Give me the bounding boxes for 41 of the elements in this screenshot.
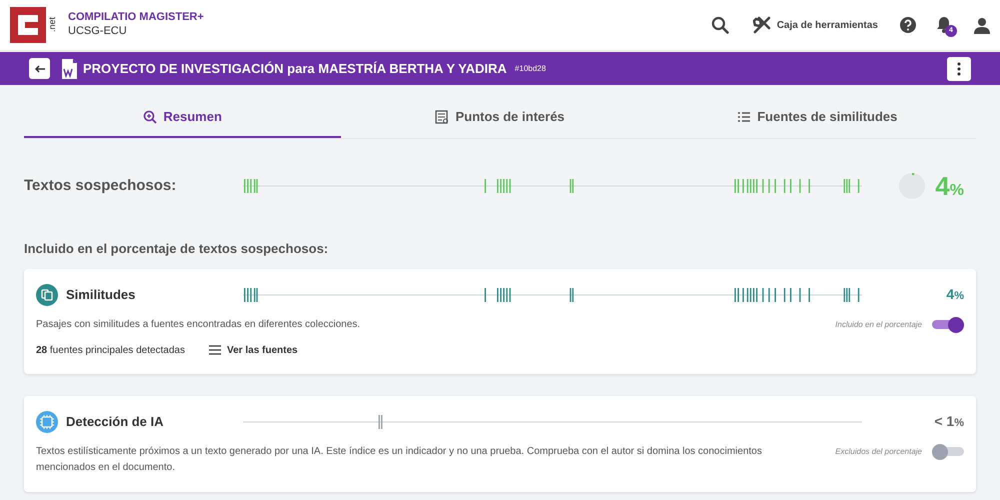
logo-text: .net <box>48 17 57 32</box>
suspicious-percentage: 4% <box>935 170 964 202</box>
card-description: Textos estilísticamente próximos a un texto generado por una IA. Este índice es un indicador y no una prueba. Comprueba con el autor si domina los conocimientos mencionados en el documento. <box>36 444 763 474</box>
toggle-switch[interactable] <box>932 444 964 460</box>
user-icon[interactable] <box>974 16 990 34</box>
tab[interactable]: Resumen <box>24 98 342 138</box>
card-percentage: 4% <box>946 285 964 304</box>
search-icon <box>143 110 158 124</box>
document-title: PROYECTO DE INVESTIGACIÓN para MAESTRÍA BERTHA Y YADIRA <box>83 60 507 78</box>
help-icon[interactable] <box>900 17 916 33</box>
back-button[interactable] <box>29 58 50 79</box>
copy-icon <box>36 284 58 306</box>
arrow-left-icon <box>34 64 44 72</box>
logo-icon <box>10 7 46 43</box>
document-id: #10bd28 <box>514 62 546 74</box>
more-button[interactable] <box>947 56 971 80</box>
suspicious-texts-label: Textos sospechosos: <box>24 176 178 196</box>
tools-icon <box>752 16 771 34</box>
chip-icon <box>36 410 58 432</box>
card-title: Similitudes <box>66 286 136 304</box>
list-icon <box>209 345 221 355</box>
organization-name: UCSG-ECU <box>68 25 128 39</box>
search-icon[interactable] <box>710 16 729 34</box>
card-title: Detección de IA <box>66 412 165 431</box>
card-description: Pasajes con similitudes a fuentes encontradas en diferentes colecciones. <box>36 318 362 332</box>
document-icon <box>435 110 450 124</box>
view-sources-link[interactable]: Ver las fuentes <box>209 342 298 358</box>
section-title: Incluido en el porcentaje de textos sospechosos: <box>24 240 330 258</box>
toggle-label: Incluido en el porcentaje <box>835 318 922 330</box>
toggle-switch[interactable] <box>932 316 964 332</box>
percentage-gauge <box>899 173 926 199</box>
tab[interactable]: Puntos de interés <box>341 98 659 138</box>
sources-count: 28 fuentes principales detectadas <box>36 344 185 358</box>
tab[interactable]: Fuentes de similitudes <box>658 98 976 138</box>
list-icon <box>737 110 752 124</box>
product-name: COMPILATIO MAGISTER+ <box>68 11 204 25</box>
word-document-icon <box>62 58 77 78</box>
toggle-label: Excluidos del porcentaje <box>835 446 922 458</box>
toolbox-button[interactable]: Caja de herramientas <box>752 16 878 34</box>
card-percentage: < 1% <box>934 412 964 431</box>
more-icon <box>957 62 961 76</box>
